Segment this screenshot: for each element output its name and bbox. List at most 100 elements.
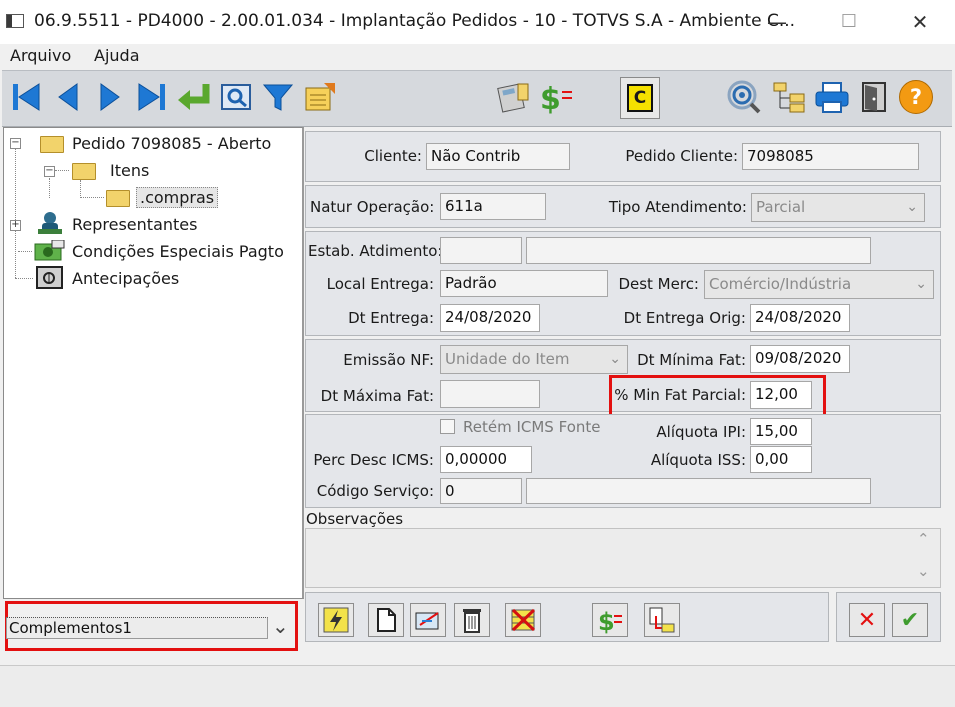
first-record-icon[interactable] <box>8 78 44 116</box>
edit-icon[interactable] <box>410 603 446 637</box>
aliquota-iss-field[interactable]: 0,00 <box>750 446 812 473</box>
print-icon[interactable] <box>814 78 850 116</box>
tree-line <box>80 197 104 198</box>
emissao-nf-label: Emissão NF: <box>343 351 434 369</box>
observacoes-textarea[interactable] <box>305 528 941 588</box>
folder-icon <box>72 163 96 180</box>
new-document-icon[interactable] <box>368 603 404 637</box>
chevron-down-icon: ⌄ <box>609 351 621 367</box>
help-icon[interactable]: ? <box>898 78 934 116</box>
dest-merc-select[interactable]: Comércio/Indústria ⌄ <box>704 270 934 299</box>
window-title: 06.9.5511 - PD4000 - 2.00.01.034 - Impla… <box>34 11 796 31</box>
app-icon <box>6 14 24 28</box>
cliente-label: Cliente: <box>364 147 422 165</box>
retem-icms-label: Retém ICMS Fonte <box>463 418 601 436</box>
chevron-down-icon: ⌄ <box>906 199 918 215</box>
dest-merc-label: Dest Merc: <box>618 275 699 293</box>
chevron-down-icon[interactable]: ⌄ <box>272 614 289 638</box>
perc-desc-icms-label: Perc Desc ICMS: <box>313 451 434 469</box>
min-fat-parcial-field[interactable]: 12,00 <box>750 381 812 409</box>
copy-c-icon[interactable]: C <box>620 77 660 119</box>
notes-icon[interactable] <box>302 78 338 116</box>
tree-item-antecipacoes[interactable]: Antecipações <box>72 269 179 288</box>
cliente-field[interactable]: Não Contrib <box>426 143 570 170</box>
help-label: ? <box>899 80 933 114</box>
dt-minima-fat-field[interactable]: 09/08/2020 <box>750 345 850 373</box>
estab-atdimento-field[interactable] <box>440 237 522 264</box>
svg-text:$: $ <box>598 608 615 634</box>
scroll-down-icon[interactable]: ⌄ <box>917 562 930 580</box>
perc-desc-icms-field[interactable]: 0,00000 <box>440 446 532 473</box>
dt-entrega-orig-field[interactable]: 24/08/2020 <box>750 304 850 332</box>
folder-icon <box>106 190 130 207</box>
tree-item-pedido[interactable]: Pedido 7098085 - Aberto <box>72 134 271 153</box>
tree-item-compras[interactable]: .compras <box>136 187 219 208</box>
tree-item-itens[interactable]: Itens <box>110 161 149 180</box>
import-icon[interactable] <box>644 603 680 637</box>
tree-line <box>80 180 81 198</box>
tree-line <box>55 170 69 171</box>
safe-icon <box>36 266 64 294</box>
trash-icon[interactable] <box>454 603 490 637</box>
menu-arquivo[interactable]: Arquivo <box>10 46 71 65</box>
aliquota-iss-label: Alíquota ISS: <box>650 451 746 469</box>
dt-maxima-fat-field[interactable] <box>440 380 540 408</box>
dt-maxima-fat-label: Dt Máxima Fat: <box>320 387 434 405</box>
pedido-cliente-field[interactable]: 7098085 <box>742 143 919 170</box>
tree-expander-pedido[interactable]: − <box>10 138 21 149</box>
natur-operacao-field[interactable]: 611a <box>440 193 546 220</box>
exit-door-icon[interactable] <box>856 78 892 116</box>
tree-expander-itens[interactable]: − <box>44 166 55 177</box>
close-button[interactable]: ✕ <box>897 6 943 38</box>
lightning-icon[interactable] <box>318 603 354 637</box>
tree-line <box>18 251 32 252</box>
observacoes-label: Observações <box>306 510 404 528</box>
minimize-button[interactable]: — <box>754 6 800 38</box>
complementos-combo[interactable]: Complementos1 <box>6 617 268 639</box>
codigo-servico-field[interactable]: 0 <box>440 478 522 504</box>
tree-item-condicoes[interactable]: Condições Especiais Pagto <box>72 242 284 261</box>
emissao-nf-value: Unidade do Item <box>445 350 570 368</box>
aliquota-ipi-field[interactable]: 15,00 <box>750 418 812 445</box>
tree-structure-icon[interactable] <box>772 78 808 116</box>
scroll-up-icon[interactable]: ⌃ <box>917 530 930 548</box>
folder-icon <box>40 136 64 153</box>
dest-merc-value: Comércio/Indústria <box>709 275 852 293</box>
estab-atdimento-label: Estab. Atdimento: <box>308 242 443 260</box>
tree-line <box>15 278 33 279</box>
money-icon[interactable]: $ <box>592 603 628 637</box>
special-conditions-icon <box>34 239 66 266</box>
chevron-down-icon: ⌄ <box>915 276 927 292</box>
natur-operacao-label: Natur Operação: <box>310 198 435 216</box>
cancel-grid-icon[interactable] <box>505 603 541 637</box>
estab-atdimento-desc-field[interactable] <box>526 237 871 264</box>
search-icon[interactable] <box>726 78 762 116</box>
copy-c-label: C <box>627 84 653 112</box>
codigo-servico-desc-field[interactable] <box>526 478 871 504</box>
calculator-icon[interactable] <box>496 78 532 116</box>
filter-icon[interactable] <box>260 78 296 116</box>
emissao-nf-select[interactable]: Unidade do Item ⌄ <box>440 345 628 374</box>
return-icon[interactable] <box>176 78 212 116</box>
last-record-icon[interactable] <box>134 78 170 116</box>
next-record-icon[interactable] <box>92 78 128 116</box>
price-icon[interactable]: $ <box>538 78 574 116</box>
maximize-button[interactable]: ☐ <box>826 6 872 38</box>
local-entrega-label: Local Entrega: <box>326 275 434 293</box>
codigo-servico-label: Código Serviço: <box>316 482 434 500</box>
tipo-atendimento-label: Tipo Atendimento: <box>608 198 747 216</box>
tree-expander-representantes[interactable]: + <box>10 220 21 231</box>
dt-entrega-orig-label: Dt Entrega Orig: <box>623 309 746 327</box>
local-entrega-field[interactable]: Padrão <box>440 270 608 297</box>
preview-icon[interactable] <box>218 78 254 116</box>
previous-record-icon[interactable] <box>50 78 86 116</box>
tipo-atendimento-select[interactable]: Parcial ⌄ <box>751 193 925 222</box>
tree-item-representantes[interactable]: Representantes <box>72 215 197 234</box>
dt-entrega-field[interactable]: 24/08/2020 <box>440 304 540 332</box>
confirm-button[interactable]: ✔ <box>892 603 928 637</box>
menu-ajuda[interactable]: Ajuda <box>94 46 140 65</box>
aliquota-ipi-label: Alíquota IPI: <box>656 423 746 441</box>
retem-icms-checkbox[interactable] <box>440 419 455 434</box>
tipo-atendimento-value: Parcial <box>756 198 806 216</box>
cancel-button[interactable]: ✕ <box>849 603 885 637</box>
